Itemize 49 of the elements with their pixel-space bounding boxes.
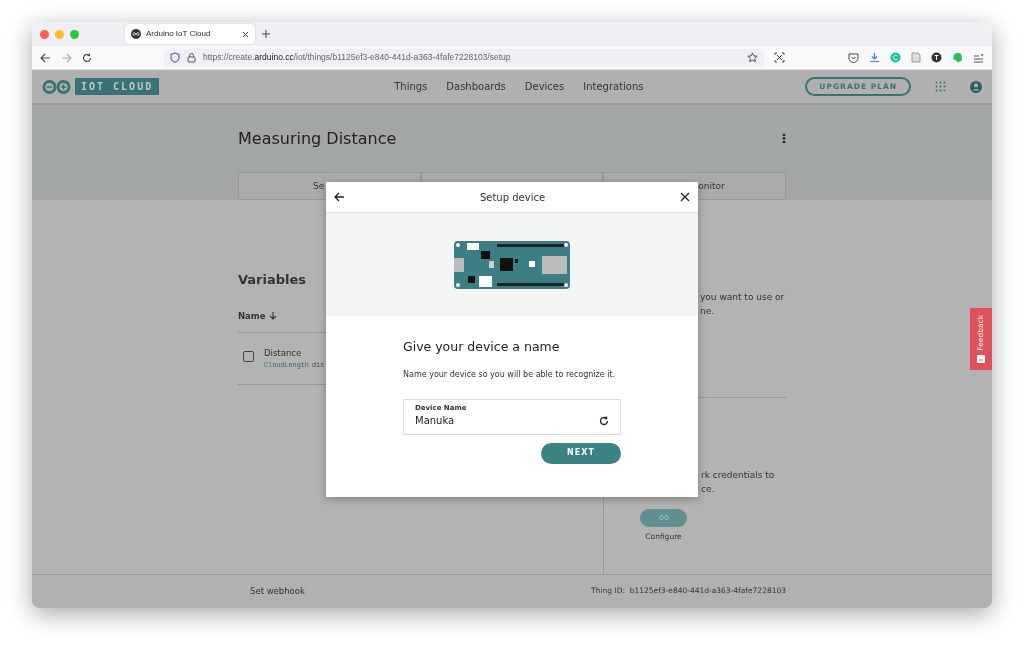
user-avatar-icon[interactable]: [970, 80, 982, 93]
chat-icon: [977, 354, 985, 363]
menu-icon[interactable]: [973, 52, 984, 63]
more-options-icon[interactable]: [782, 133, 786, 144]
panel-text: you want to use or: [699, 291, 786, 304]
device-name-input[interactable]: Manuka: [415, 413, 599, 429]
close-window-button[interactable]: [40, 29, 49, 39]
dialog-title: Setup device: [479, 190, 546, 205]
panel-text: rk credentials to: [700, 468, 776, 482]
checkbox[interactable]: [243, 351, 254, 363]
apps-grid-icon[interactable]: [935, 81, 946, 92]
variables-heading: Variables: [238, 271, 308, 289]
infinity-logo-icon: [42, 79, 71, 94]
new-tab-icon[interactable]: [261, 29, 271, 39]
star-icon[interactable]: [747, 52, 758, 63]
address-bar[interactable]: https://create.arduino.cc/iot/things/b1125ef3-e840-441d-a363-4fafe7228103/setup: [164, 48, 764, 67]
favicon-icon: [131, 29, 141, 39]
link-icon: [658, 515, 669, 521]
next-button[interactable]: NEXT: [541, 442, 621, 464]
nav-link[interactable]: Integrations: [583, 79, 644, 94]
back-icon[interactable]: [40, 52, 51, 63]
screenshot-icon[interactable]: [774, 52, 785, 63]
reload-icon[interactable]: [82, 52, 92, 63]
pocket-icon[interactable]: [848, 52, 859, 63]
close-tab-icon[interactable]: [242, 30, 249, 38]
variable-name: Distance: [264, 347, 303, 360]
download-icon[interactable]: [869, 52, 880, 63]
column-header[interactable]: Name: [238, 309, 266, 323]
browser-tab[interactable]: Arduino IoT Cloud: [125, 24, 255, 44]
refresh-icon[interactable]: [599, 415, 609, 426]
close-icon[interactable]: [680, 192, 690, 202]
nav-link[interactable]: Dashboards: [446, 79, 506, 94]
avatar-icon[interactable]: [931, 52, 942, 63]
thing-title: Measuring Distance: [238, 127, 397, 150]
panel-text: ce.: [700, 483, 716, 497]
set-webhook-link[interactable]: Set webhook: [250, 585, 305, 598]
nav-link[interactable]: Things: [394, 79, 428, 94]
shield-icon[interactable]: [170, 52, 180, 63]
sort-down-icon[interactable]: [269, 311, 278, 321]
dialog-description: Name your device so you will be able to recognize it.: [403, 368, 617, 381]
back-arrow-icon[interactable]: [334, 192, 345, 202]
lock-icon[interactable]: [187, 52, 196, 63]
dialog-heading: Give your device a name: [403, 338, 561, 356]
tab-title: Arduino IoT Cloud: [146, 28, 212, 40]
logo-text: IOT CLOUD: [75, 78, 160, 95]
nav-link[interactable]: Devices: [524, 79, 565, 94]
panel-text: ne.: [699, 305, 716, 319]
url-text: https://create.arduino.cc/iot/things/b1125ef3-e840-441d-a363-4fafe7228103/setup: [203, 51, 512, 64]
elephant-icon[interactable]: [952, 52, 963, 63]
